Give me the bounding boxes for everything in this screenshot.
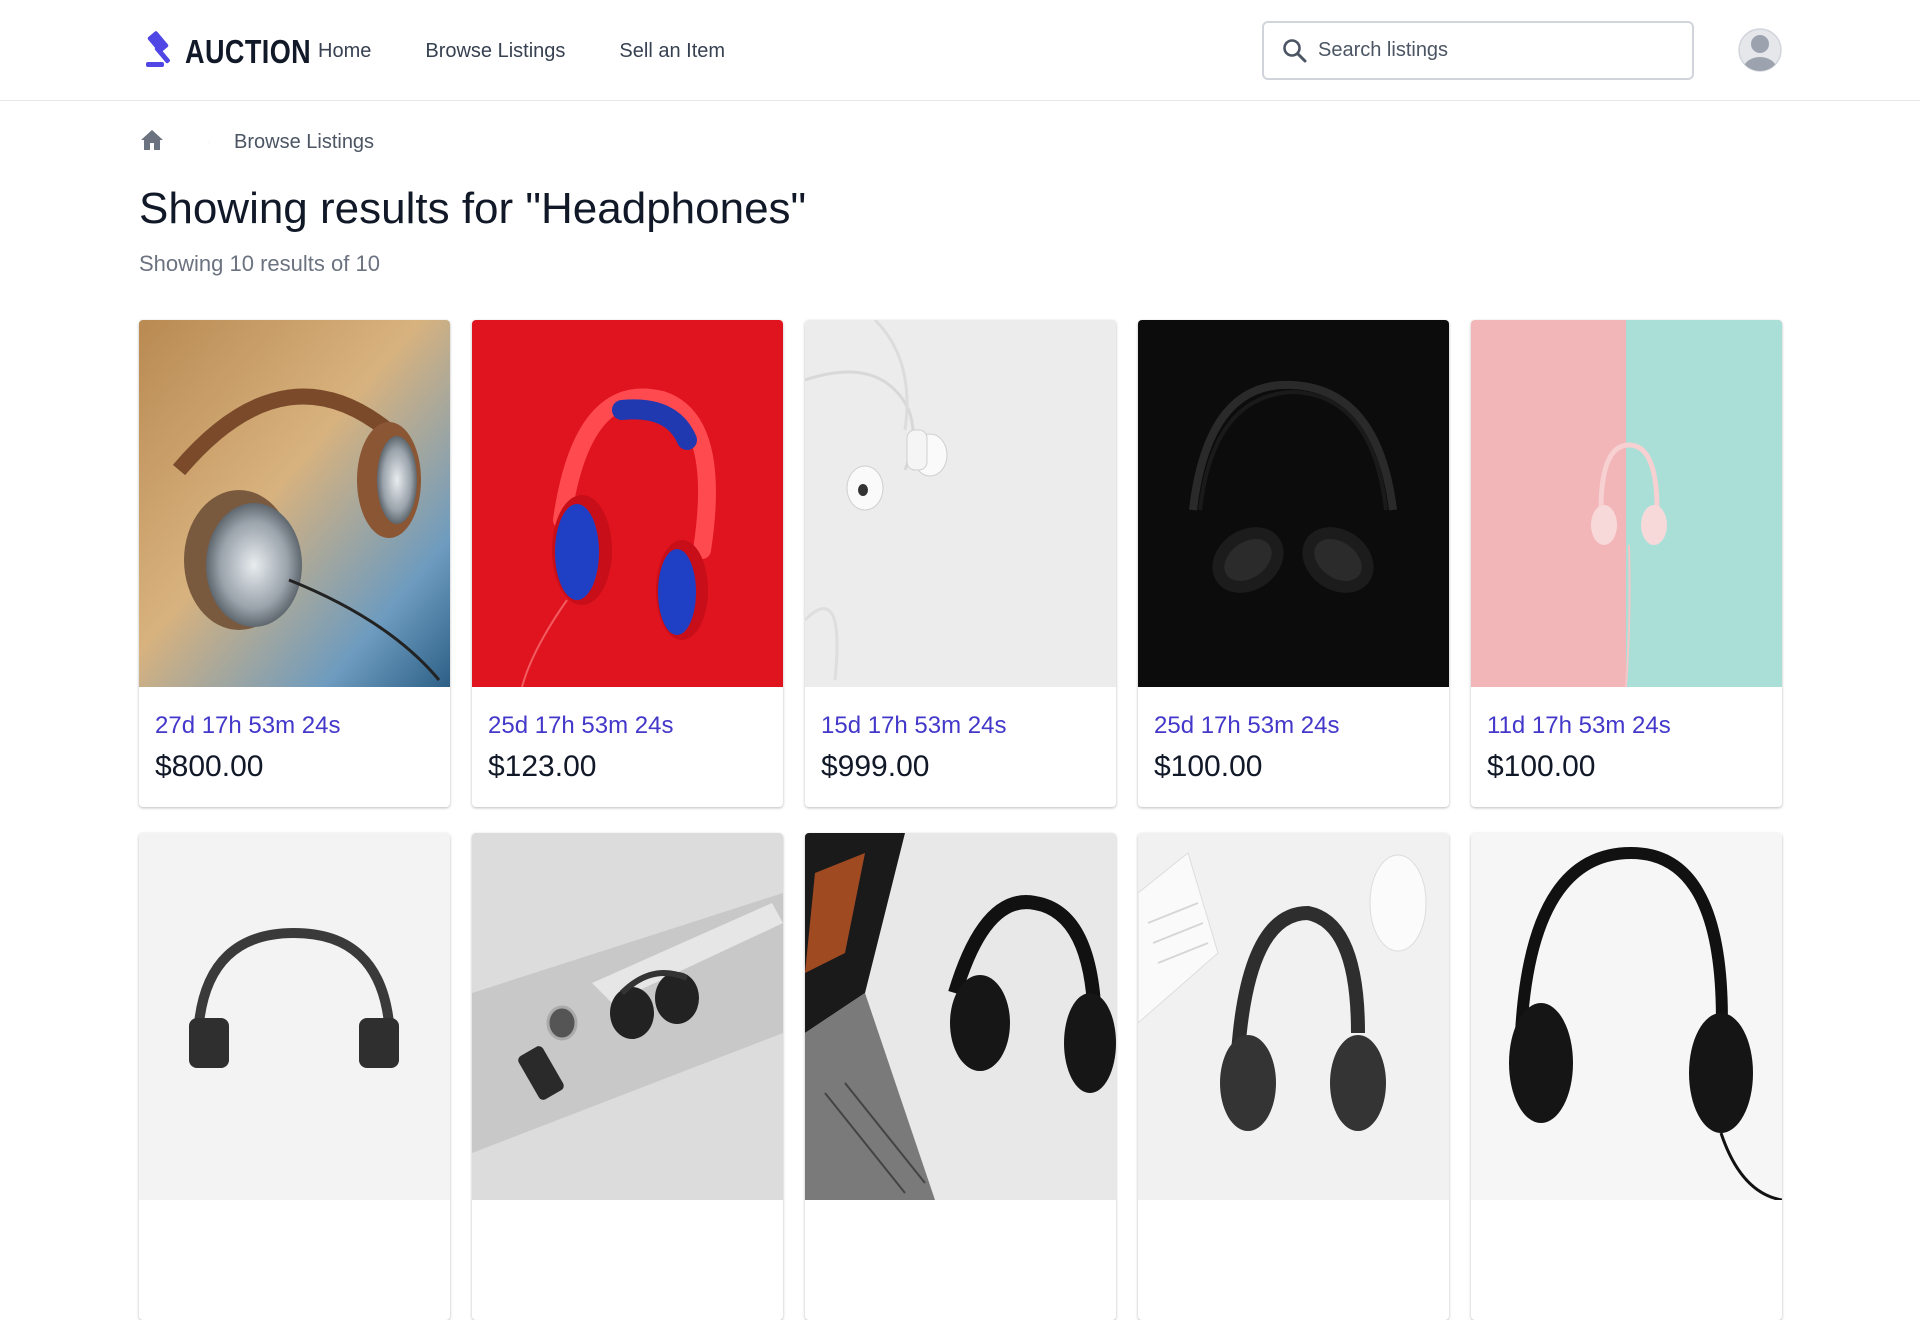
listing-card[interactable]: 25d 17h 53m 24s $100.00 xyxy=(1138,320,1449,807)
listing-image xyxy=(1471,320,1782,687)
listing-card[interactable] xyxy=(1138,833,1449,1320)
listing-image xyxy=(139,833,450,1200)
main-nav: Home Browse Listings Sell an Item xyxy=(318,40,725,63)
listing-price: $123.00 xyxy=(488,750,597,783)
listing-time-left: 25d 17h 53m 24s xyxy=(488,712,674,739)
listing-image xyxy=(805,833,1116,1200)
search-box xyxy=(1262,21,1694,80)
brand-name: AUCTION xyxy=(185,32,312,70)
listing-card[interactable] xyxy=(472,833,783,1320)
listings-grid: 27d 17h 53m 24s $800.00 25d 17h 53m 24s … xyxy=(139,320,1782,1320)
breadcrumb-separator xyxy=(208,140,210,144)
page-title: Showing results for "Headphones" xyxy=(139,184,807,233)
listing-card[interactable]: 11d 17h 53m 24s $100.00 xyxy=(1471,320,1782,807)
results-count: Showing 10 results of 10 xyxy=(139,251,380,276)
listing-image xyxy=(139,320,450,687)
listing-price: $999.00 xyxy=(821,750,930,783)
listing-card[interactable]: 25d 17h 53m 24s $123.00 xyxy=(472,320,783,807)
nav-sell-an-item[interactable]: Sell an Item xyxy=(619,40,725,63)
listing-image xyxy=(1471,833,1782,1200)
listing-card[interactable]: 15d 17h 53m 24s $999.00 xyxy=(805,320,1116,807)
listing-image xyxy=(805,320,1116,687)
search-input[interactable] xyxy=(1318,23,1678,78)
listing-card[interactable] xyxy=(805,833,1116,1320)
listing-price: $100.00 xyxy=(1487,750,1596,783)
listing-card[interactable] xyxy=(139,833,450,1320)
search-icon xyxy=(1282,38,1308,69)
listing-time-left: 27d 17h 53m 24s xyxy=(155,712,341,739)
nav-browse-listings[interactable]: Browse Listings xyxy=(425,40,565,63)
listing-image xyxy=(1138,320,1449,687)
listing-image xyxy=(472,833,783,1200)
breadcrumb-current[interactable]: Browse Listings xyxy=(234,131,374,154)
breadcrumb: Browse Listings xyxy=(140,127,374,157)
listing-card[interactable] xyxy=(1471,833,1782,1320)
listing-time-left: 11d 17h 53m 24s xyxy=(1487,712,1671,739)
home-icon[interactable] xyxy=(140,128,164,157)
brand-logo-link[interactable]: AUCTION xyxy=(143,29,339,74)
top-navbar: AUCTION Home Browse Listings Sell an Ite… xyxy=(0,0,1920,101)
gavel-icon xyxy=(143,29,179,74)
listing-image xyxy=(472,320,783,687)
listing-price: $800.00 xyxy=(155,750,264,783)
listing-time-left: 25d 17h 53m 24s xyxy=(1154,712,1340,739)
listing-time-left: 15d 17h 53m 24s xyxy=(821,712,1007,739)
user-avatar-icon[interactable] xyxy=(1738,26,1782,74)
nav-home[interactable]: Home xyxy=(318,40,371,63)
listing-image xyxy=(1138,833,1449,1200)
listing-price: $100.00 xyxy=(1154,750,1263,783)
listing-card[interactable]: 27d 17h 53m 24s $800.00 xyxy=(139,320,450,807)
